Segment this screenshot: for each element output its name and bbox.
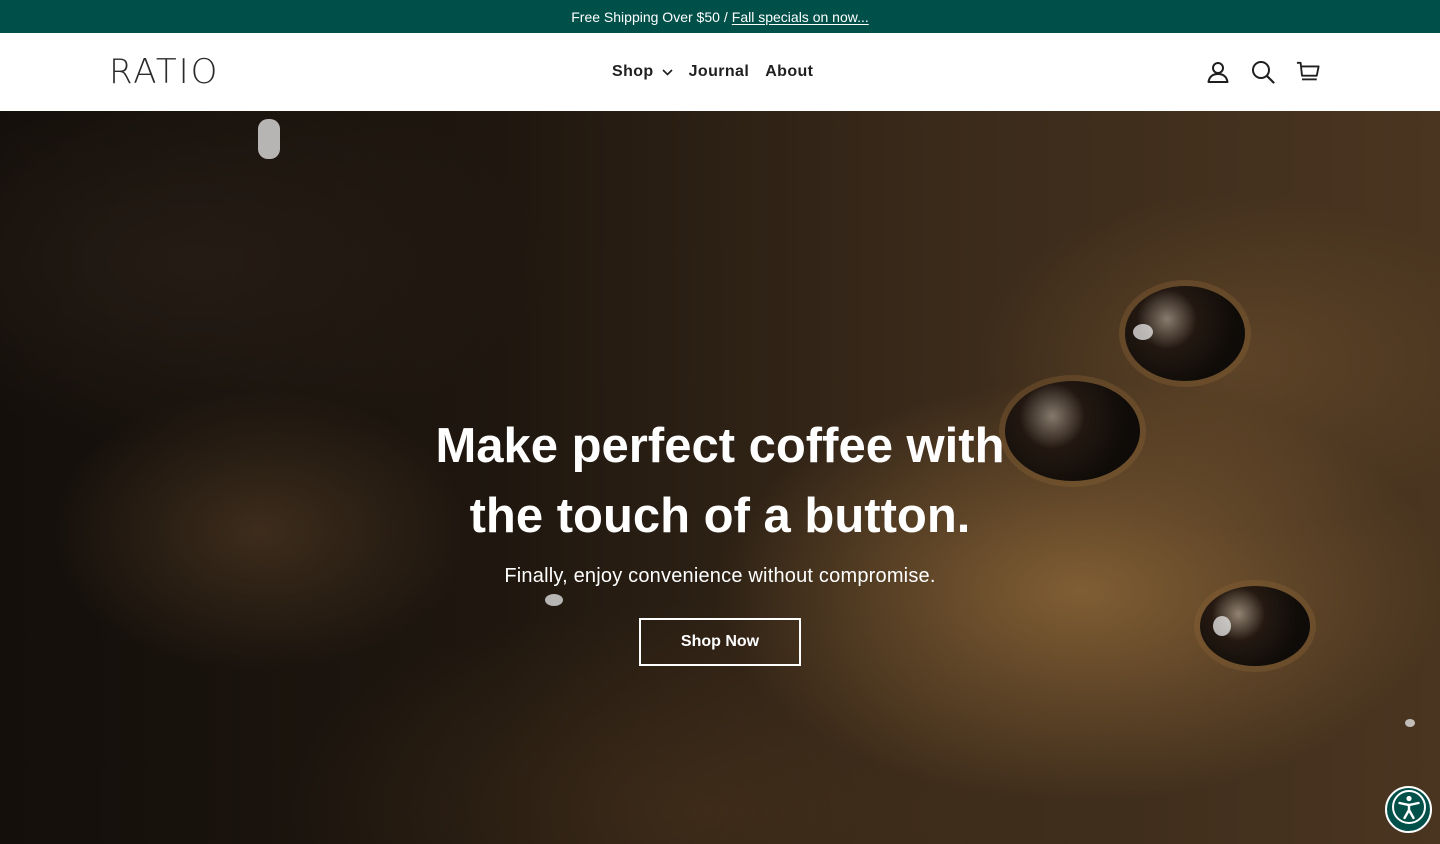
nav-item-label: Journal bbox=[688, 63, 750, 80]
hero-banner: Make perfect coffee with the touch of a … bbox=[0, 111, 1440, 844]
search-icon[interactable] bbox=[1251, 59, 1275, 85]
accessibility-widget-button[interactable] bbox=[1385, 786, 1432, 833]
announcement-link[interactable]: Fall specials on now... bbox=[732, 9, 869, 25]
announcement-bar: Free Shipping Over $50 / Fall specials o… bbox=[0, 0, 1440, 33]
nav-item-shop[interactable]: Shop bbox=[612, 61, 673, 83]
shop-now-button[interactable]: Shop Now bbox=[639, 618, 801, 666]
hero-bg-speck bbox=[258, 119, 280, 159]
hero-bg-speck bbox=[1133, 324, 1153, 340]
main-nav: Shop Journal About bbox=[612, 61, 813, 83]
header-icons bbox=[1206, 59, 1320, 85]
logo[interactable]: RATIO bbox=[109, 53, 219, 91]
announcement-text: Free Shipping Over $50 bbox=[571, 8, 720, 25]
nav-item-about[interactable]: About bbox=[765, 61, 813, 83]
hero-subtitle: Finally, enjoy convenience without compr… bbox=[504, 565, 936, 587]
chevron-down-icon bbox=[662, 68, 673, 76]
announcement-separator: / bbox=[723, 8, 728, 25]
hero-title: Make perfect coffee with the touch of a … bbox=[435, 419, 1005, 543]
nav-item-label: About bbox=[765, 63, 814, 80]
hero-content: Make perfect coffee with the touch of a … bbox=[0, 411, 1440, 666]
nav-item-label: Shop bbox=[612, 63, 654, 80]
cart-icon[interactable] bbox=[1296, 59, 1320, 85]
nav-item-journal[interactable]: Journal bbox=[689, 61, 750, 83]
account-icon[interactable] bbox=[1206, 59, 1230, 85]
accessibility-icon bbox=[1391, 789, 1427, 830]
hero-bg-speck bbox=[1405, 719, 1415, 727]
site-header: RATIO Shop Journal About bbox=[0, 33, 1440, 111]
